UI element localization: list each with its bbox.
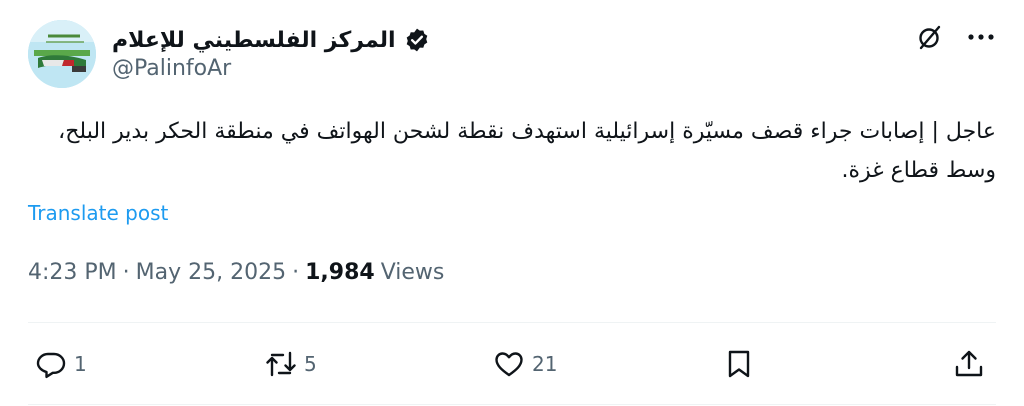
palinfo-logo-icon	[28, 20, 96, 88]
like-icon	[495, 352, 523, 377]
retweet-button[interactable]: 5	[266, 344, 317, 384]
reply-button[interactable]: 1	[36, 344, 87, 384]
share-button[interactable]	[954, 344, 984, 384]
avatar[interactable]	[28, 20, 96, 88]
views-label: Views	[380, 260, 445, 285]
bookmark-icon	[728, 350, 750, 378]
reply-count: 1	[74, 352, 87, 376]
tweet-time[interactable]: 4:23 PM	[28, 260, 117, 285]
share-icon	[955, 350, 983, 377]
translate-post-link[interactable]: Translate post	[28, 201, 168, 225]
account-handle[interactable]: @PalinfoAr	[112, 56, 231, 81]
retweet-icon	[266, 351, 296, 377]
verified-badge-icon	[406, 28, 427, 52]
tweet-date[interactable]: May 25, 2025	[136, 260, 286, 285]
tweet-actions: 1 5 21	[28, 344, 996, 384]
like-count: 21	[532, 352, 558, 376]
divider	[28, 322, 996, 323]
meta-separator: ·	[122, 260, 130, 285]
bookmark-button[interactable]	[724, 344, 754, 384]
grok-icon[interactable]	[916, 23, 944, 51]
more-icon[interactable]	[966, 22, 996, 52]
tweet-meta: 4:23 PM · May 25, 2025 · 1,984 Views	[28, 260, 444, 285]
account-name-row[interactable]: المركز الفلسطيني للإعلام	[112, 22, 430, 58]
views-count: 1,984	[305, 260, 375, 285]
divider	[28, 404, 996, 405]
like-button[interactable]: 21	[494, 344, 557, 384]
tweet-text: عاجل | إصابات جراء قصف مسيّرة إسرائيلية …	[58, 119, 996, 183]
display-name[interactable]: المركز الفلسطيني للإعلام	[112, 28, 396, 53]
tweet-header-actions	[916, 22, 996, 52]
reply-icon	[36, 352, 66, 378]
meta-separator: ·	[292, 260, 300, 285]
retweet-count: 5	[304, 352, 317, 376]
